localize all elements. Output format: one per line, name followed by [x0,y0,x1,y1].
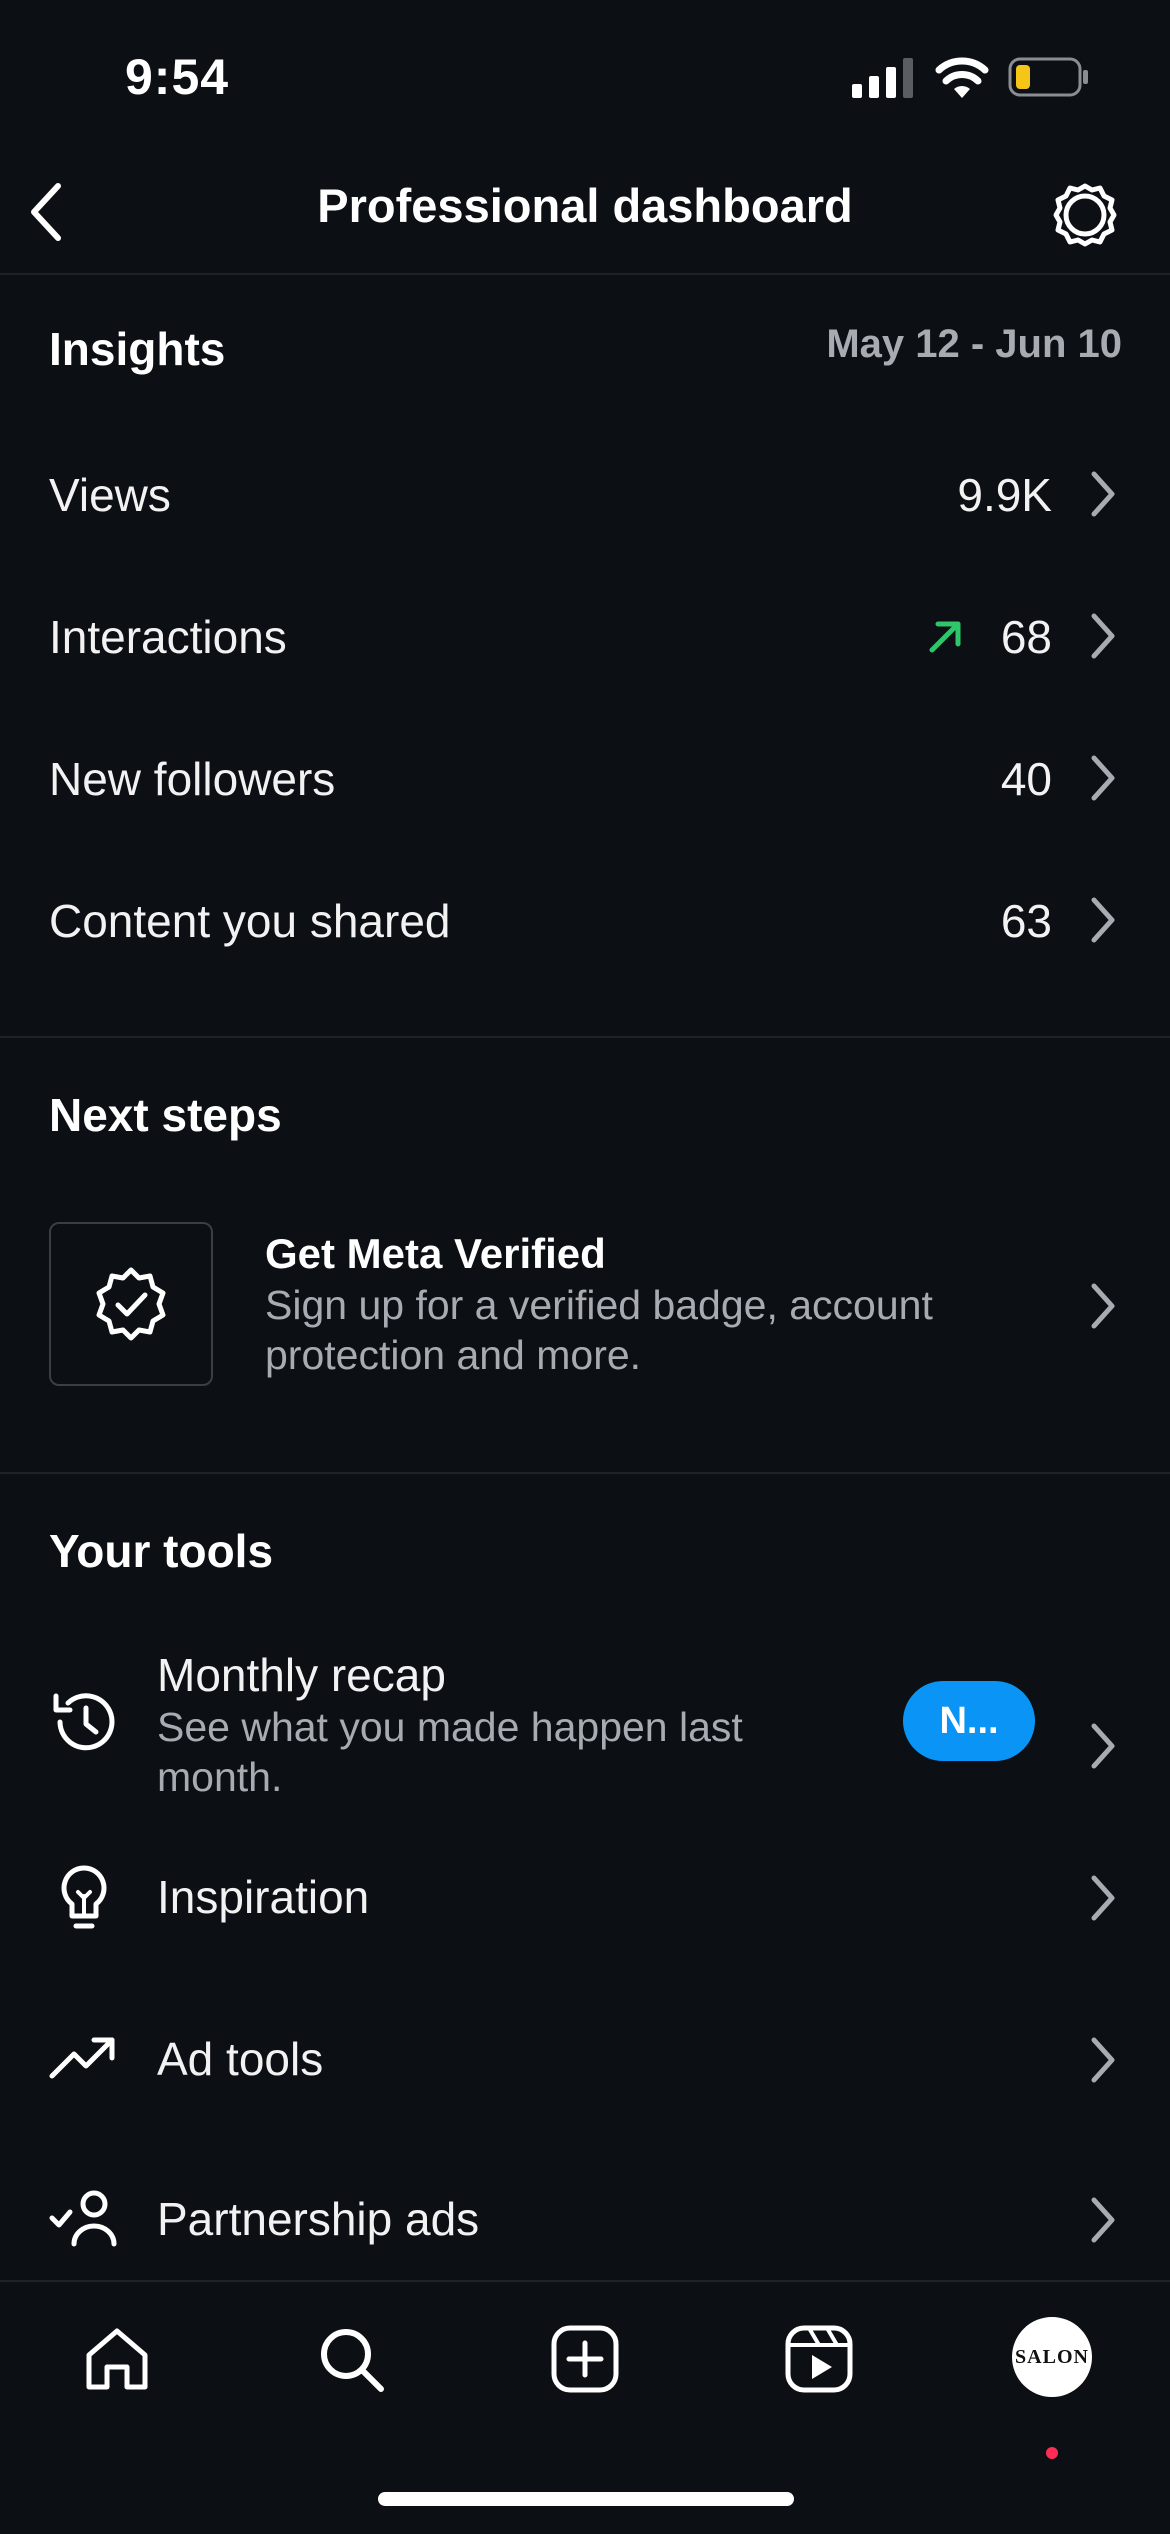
metric-label: Content you shared [49,895,451,947]
chevron-right-icon [1091,1723,1115,1769]
metric-label: Interactions [49,611,287,663]
search-icon [321,2329,384,2392]
tool-label: Inspiration [157,1871,370,1923]
partnership-icon [49,2190,117,2247]
metric-value: 9.9K [957,469,1052,521]
section-divider [0,1472,1170,1474]
metric-label: Views [49,469,171,521]
card-description: Sign up for a verified badge, account pr… [265,1282,933,1378]
reels-icon [785,2325,853,2393]
insight-row-views[interactable]: Views 9.9K [0,428,1170,558]
tool-label: Monthly recap [157,1649,446,1701]
profile-avatar[interactable]: SALON [1012,2317,1092,2397]
tool-label: Ad tools [157,2033,324,2085]
chevron-right-icon [1091,1283,1115,1329]
trending-up-icon [49,2037,115,2079]
history-icon [53,1693,115,1751]
your-tools-heading: Your tools [49,1525,274,1577]
verified-badge-icon [96,1267,166,1341]
battery-icon [1008,57,1088,97]
metric-value: 68 [1000,611,1052,663]
home-indicator[interactable] [378,2492,794,2506]
tab-reels[interactable] [777,2317,861,2401]
home-icon [86,2328,148,2390]
tool-label: Partnership ads [157,2193,480,2245]
status-bar: 9:54 [0,0,1170,150]
lightbulb-icon [61,1865,107,1929]
status-time: 9:54 [125,49,230,105]
gear-icon [1053,183,1117,247]
metric-value: 40 [1000,753,1052,805]
chevron-right-icon [1091,897,1115,943]
chevron-right-icon [1091,2037,1115,2083]
chevron-right-icon [1091,613,1115,659]
create-icon [551,2325,619,2393]
chevron-right-icon [1091,2197,1115,2243]
date-range[interactable]: May 12 - Jun 10 [826,322,1122,367]
chevron-right-icon [1091,471,1115,517]
tab-create[interactable] [543,2317,627,2401]
card-title: Get Meta Verified [265,1230,606,1277]
chevron-right-icon [1091,755,1115,801]
insight-row-content-shared[interactable]: Content you shared 63 [0,854,1170,984]
tool-row-inspiration[interactable]: Inspiration [0,1850,1170,1980]
page-title: Professional dashboard [317,179,853,232]
chevron-right-icon [1091,1875,1115,1921]
verified-badge-tile [49,1222,213,1386]
trend-up-arrow-icon [929,621,961,653]
nav-bar: Professional dashboard [0,150,1170,275]
new-badge: N... [903,1681,1035,1761]
metric-label: New followers [49,753,336,805]
settings-button[interactable] [1045,175,1125,255]
cellular-signal-icon [852,58,913,98]
tab-search[interactable] [309,2317,393,2401]
metric-value: 63 [1000,895,1052,947]
insights-heading: Insights [49,323,226,375]
tool-row-partnership-ads[interactable]: Partnership ads [0,2174,1170,2274]
tab-home[interactable] [75,2317,159,2401]
section-divider [0,1036,1170,1038]
wifi-icon [935,57,989,98]
insight-row-interactions[interactable]: Interactions 68 [0,570,1170,700]
tool-row-ad-tools[interactable]: Ad tools [0,2012,1170,2142]
tool-description: See what you made happen last month. [157,1704,743,1800]
notification-dot [1046,2447,1058,2459]
next-steps-heading: Next steps [49,1089,282,1141]
insight-row-new-followers[interactable]: New followers 40 [0,712,1170,842]
